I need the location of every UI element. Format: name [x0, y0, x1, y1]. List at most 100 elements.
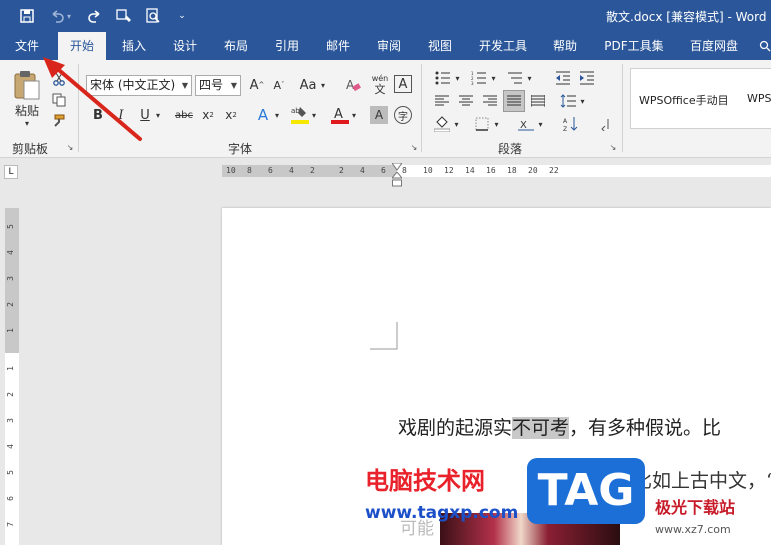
show-formatting-marks-icon[interactable] — [594, 115, 614, 133]
text-effects-icon[interactable]: A — [254, 105, 272, 125]
paste-dropdown-icon[interactable]: ▾ — [20, 118, 34, 128]
tab-mailings[interactable]: 邮件 — [317, 32, 359, 60]
justify-icon[interactable] — [503, 90, 525, 112]
ruler-tick-label: 1 — [5, 366, 15, 371]
svg-text:Z: Z — [563, 126, 567, 132]
clear-formatting-icon[interactable]: A — [344, 76, 362, 94]
chevron-down-icon[interactable]: ▾ — [309, 106, 319, 124]
chevron-down-icon[interactable]: ▾ — [153, 106, 163, 124]
subscript-icon[interactable]: x2 — [199, 106, 217, 124]
touch-mode-icon[interactable] — [115, 6, 135, 26]
multilevel-list-icon[interactable] — [505, 69, 525, 87]
ruler-tick-label: 3 — [5, 418, 15, 423]
ruler-tick-label: 3 — [5, 276, 15, 281]
chevron-down-icon[interactable]: ▾ — [349, 106, 359, 124]
watermark-site-url: www.xz7.com — [655, 523, 731, 536]
customize-icon[interactable]: ⌄ — [172, 6, 192, 26]
svg-text:A: A — [334, 107, 343, 122]
undo-dropdown-icon[interactable]: ▾ — [64, 6, 74, 26]
svg-text:A: A — [346, 78, 355, 92]
phonetic-guide-icon[interactable]: 文 — [370, 83, 390, 96]
watermark-site-name: 极光下载站 — [655, 498, 736, 517]
chevron-down-icon: ▼ — [230, 81, 237, 90]
redo-icon[interactable] — [85, 6, 105, 26]
ruler-tick-label: 18 — [507, 166, 517, 175]
chevron-down-icon[interactable]: ▾ — [272, 106, 282, 124]
tab-review[interactable]: 审阅 — [368, 32, 410, 60]
svg-text:A: A — [563, 118, 568, 125]
chevron-down-icon[interactable]: ▾ — [578, 92, 587, 110]
tab-view[interactable]: 视图 — [419, 32, 461, 60]
tab-help[interactable]: 帮助 — [544, 32, 586, 60]
line-spacing-icon[interactable] — [558, 92, 578, 110]
hanging-indent-marker[interactable] — [390, 171, 404, 187]
search-icon[interactable] — [758, 32, 771, 60]
ruler-tick-label: 12 — [444, 166, 454, 175]
styles-gallery: WPSOffice手动目 WPS — [630, 68, 771, 129]
highlight-color-icon[interactable]: ab — [291, 104, 309, 126]
align-left-icon[interactable] — [432, 92, 452, 110]
tab-selector-icon[interactable]: L — [4, 165, 18, 179]
chevron-down-icon[interactable]: ▾ — [489, 69, 498, 87]
align-right-icon[interactable] — [480, 92, 500, 110]
font-size-select[interactable]: 四号 ▼ — [195, 75, 241, 96]
font-group-label: 字体 — [227, 142, 252, 156]
first-line-indent-marker[interactable] — [391, 160, 403, 171]
chevron-down-icon[interactable]: ▾ — [525, 69, 534, 87]
watermark-cn-text: 电脑技术网 — [365, 467, 485, 495]
ruler-tick-label: 20 — [528, 166, 538, 175]
ruler-tick-label: 2 — [5, 392, 15, 397]
chevron-down-icon[interactable]: ▾ — [492, 115, 501, 133]
tab-layout[interactable]: 布局 — [215, 32, 257, 60]
paragraph-line-1[interactable]: 戏剧的起源实不可考，有多种假说。比 — [398, 413, 721, 440]
strikethrough-icon[interactable]: abc — [173, 106, 195, 124]
save-icon[interactable] — [17, 6, 37, 26]
align-center-icon[interactable] — [456, 92, 476, 110]
ruler-tick-label: 5 — [5, 224, 15, 229]
change-case-button[interactable]: Aa — [298, 76, 318, 94]
style-item-wps[interactable]: WPS — [747, 92, 771, 105]
paragraph-launcher-icon[interactable]: ↘ — [608, 143, 618, 153]
svg-text:X: X — [520, 120, 527, 131]
ruler-tick-label: 4 — [5, 250, 15, 255]
chevron-down-icon[interactable]: ▾ — [453, 69, 462, 87]
numbering-icon[interactable]: 123 — [469, 69, 489, 87]
superscript-icon[interactable]: x2 — [222, 106, 240, 124]
ruler-tick-label: 14 — [465, 166, 475, 175]
title-bar: ▾ ⌄ 散文.docx [兼容模式] - Word — [0, 0, 771, 32]
tab-baidu-netdisk[interactable]: 百度网盘 — [682, 32, 746, 60]
chevron-down-icon[interactable]: ▾ — [318, 76, 328, 94]
enclose-characters-icon[interactable]: 字 — [394, 106, 412, 124]
tab-design[interactable]: 设计 — [164, 32, 206, 60]
font-launcher-icon[interactable]: ↘ — [409, 143, 419, 153]
borders-icon[interactable] — [472, 115, 492, 133]
bullets-icon[interactable] — [433, 69, 453, 87]
ruler-tick-label: 8 — [247, 166, 252, 175]
chevron-down-icon[interactable]: ▾ — [452, 115, 461, 133]
font-color-icon[interactable]: A — [331, 104, 349, 126]
character-border-icon[interactable]: A — [394, 75, 412, 93]
character-shading-icon[interactable]: A — [370, 106, 388, 124]
shrink-font-icon[interactable]: Aˇ — [270, 76, 288, 94]
distributed-icon[interactable] — [528, 92, 548, 110]
tab-references[interactable]: 引用 — [266, 32, 308, 60]
ruler-tick-label: 2 — [310, 166, 315, 175]
decrease-indent-icon[interactable] — [553, 69, 573, 87]
chevron-down-icon[interactable]: ▾ — [536, 115, 545, 133]
tab-pdf-tools[interactable]: PDF工具集 — [598, 32, 670, 60]
print-preview-icon[interactable] — [143, 6, 163, 26]
style-item-wps-toc[interactable]: WPSOffice手动目 — [639, 92, 729, 108]
paragraph-group-label: 段落 — [497, 142, 522, 156]
shading-icon[interactable] — [432, 115, 452, 133]
watermark-url: www.tagxp.com — [365, 503, 519, 523]
sort-icon[interactable]: AZ — [561, 115, 581, 133]
tab-developer[interactable]: 开发工具 — [472, 32, 534, 60]
group-separator — [421, 64, 422, 152]
chevron-down-icon: ▼ — [181, 81, 188, 90]
ruler-tick-label: 8 — [402, 166, 407, 175]
ruler-tick-label: 22 — [549, 166, 559, 175]
grow-font-icon[interactable]: A ^ — [248, 76, 266, 94]
ruler-tick-label: 4 — [289, 166, 294, 175]
increase-indent-icon[interactable] — [577, 69, 597, 87]
chinese-layout-icon[interactable]: X — [516, 115, 536, 133]
